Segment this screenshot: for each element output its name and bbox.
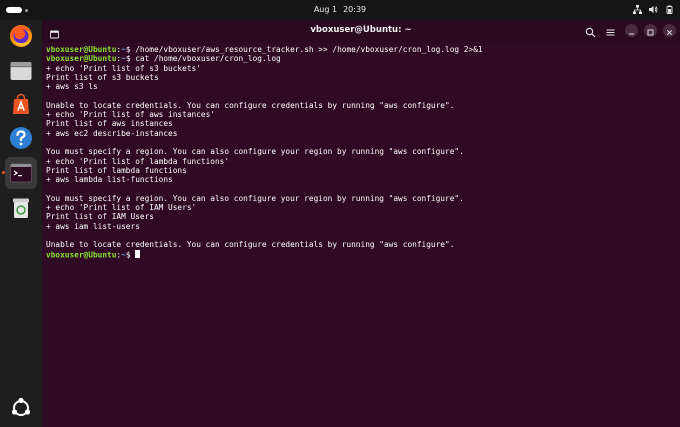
output-line: + echo 'Print list of lambda functions' <box>46 157 676 166</box>
close-button[interactable] <box>663 24 676 37</box>
command-text: cat /home/vboxuser/cron_log.log <box>135 54 281 64</box>
prompt-line: vboxuser@Ubuntu:~$ cat /home/vboxuser/cr… <box>46 54 676 63</box>
output-text: You must specify a region. You can also … <box>46 193 464 203</box>
dock <box>0 20 42 427</box>
output-line: + echo 'Print list of IAM Users' <box>46 203 676 212</box>
output-text: You must specify a region. You can also … <box>46 147 464 157</box>
output-line: Print list of s3 buckets <box>46 73 676 82</box>
running-indicator <box>2 171 5 174</box>
system-tray[interactable] <box>633 5 674 14</box>
output-text: Unable to locate credentials. You can co… <box>46 240 455 250</box>
prompt-symbol: $ <box>125 45 136 54</box>
prompt-user: vboxuser@Ubuntu <box>46 54 117 64</box>
output-text: Print list of IAM Users <box>46 212 154 222</box>
menu-button[interactable] <box>604 24 617 37</box>
top-bar: Aug 1 20:39 <box>0 0 680 20</box>
trash-icon[interactable] <box>9 196 33 220</box>
text-cursor <box>135 249 140 259</box>
output-line: Unable to locate credentials. You can co… <box>46 101 676 110</box>
prompt-line: vboxuser@Ubuntu:~$ <box>46 249 676 260</box>
help-icon[interactable] <box>9 126 33 150</box>
terminal-icon[interactable] <box>9 161 33 185</box>
clock[interactable]: Aug 1 20:39 <box>0 5 680 14</box>
output-text: + aws ec2 describe-instances <box>46 128 178 138</box>
output-text: + echo 'Print list of IAM Users' <box>46 203 197 213</box>
output-line: You must specify a region. You can also … <box>46 147 676 156</box>
output-line: + aws s3 ls <box>46 82 676 91</box>
terminal-window[interactable]: vboxuser@Ubuntu: ~ vboxuser@Ubuntu:~$ /h… <box>42 20 680 427</box>
prompt-symbol: $ <box>125 250 136 260</box>
output-text: Print list of s3 buckets <box>46 72 159 82</box>
output-line: + aws ec2 describe-instances <box>46 129 676 138</box>
output-text: + echo 'Print list of s3 buckets' <box>46 63 201 73</box>
output-line: You must specify a region. You can also … <box>46 194 676 203</box>
network-icon <box>633 5 642 14</box>
show-apps-icon[interactable] <box>9 396 33 420</box>
firefox-icon[interactable] <box>9 24 33 48</box>
output-text: Print list of aws instances <box>46 119 173 129</box>
output-text: Print list of lambda functions <box>46 165 187 175</box>
maximize-button[interactable] <box>644 24 657 37</box>
clock-date: Aug 1 <box>313 5 338 14</box>
output-line: + aws iam list-users <box>46 222 676 231</box>
app-center-icon[interactable] <box>9 92 33 116</box>
output-text: + aws iam list-users <box>46 221 140 231</box>
battery-icon <box>665 5 674 14</box>
output-line: Print list of aws instances <box>46 119 676 128</box>
command-text: /home/vboxuser/aws_resource_tracker.sh >… <box>135 45 483 54</box>
volume-icon <box>649 5 658 14</box>
prompt-user: vboxuser@Ubuntu <box>46 45 117 54</box>
prompt-user: vboxuser@Ubuntu <box>46 250 117 260</box>
output-text: Unable to locate credentials. You can co… <box>46 100 455 110</box>
prompt-symbol: $ <box>125 54 136 64</box>
output-text: + aws s3 ls <box>46 82 98 92</box>
files-icon[interactable] <box>9 59 33 83</box>
output-line: Print list of lambda functions <box>46 166 676 175</box>
minimize-button[interactable] <box>625 24 638 37</box>
output-line: + echo 'Print list of aws instances' <box>46 110 676 119</box>
clock-time: 20:39 <box>343 5 367 14</box>
output-text: + echo 'Print list of aws instances' <box>46 110 215 120</box>
output-line: + echo 'Print list of s3 buckets' <box>46 64 676 73</box>
search-button[interactable] <box>584 24 597 38</box>
terminal-header: vboxuser@Ubuntu: ~ <box>42 20 680 42</box>
output-text: + echo 'Print list of lambda functions' <box>46 156 230 166</box>
prompt-line: vboxuser@Ubuntu:~$ /home/vboxuser/aws_re… <box>46 45 676 54</box>
terminal-output[interactable]: vboxuser@Ubuntu:~$ /home/vboxuser/aws_re… <box>46 45 676 259</box>
output-line: + aws lambda list-functions <box>46 175 676 184</box>
output-line: Print list of IAM Users <box>46 212 676 221</box>
output-line: Unable to locate credentials. You can co… <box>46 240 676 249</box>
output-text: + aws lambda list-functions <box>46 175 173 185</box>
